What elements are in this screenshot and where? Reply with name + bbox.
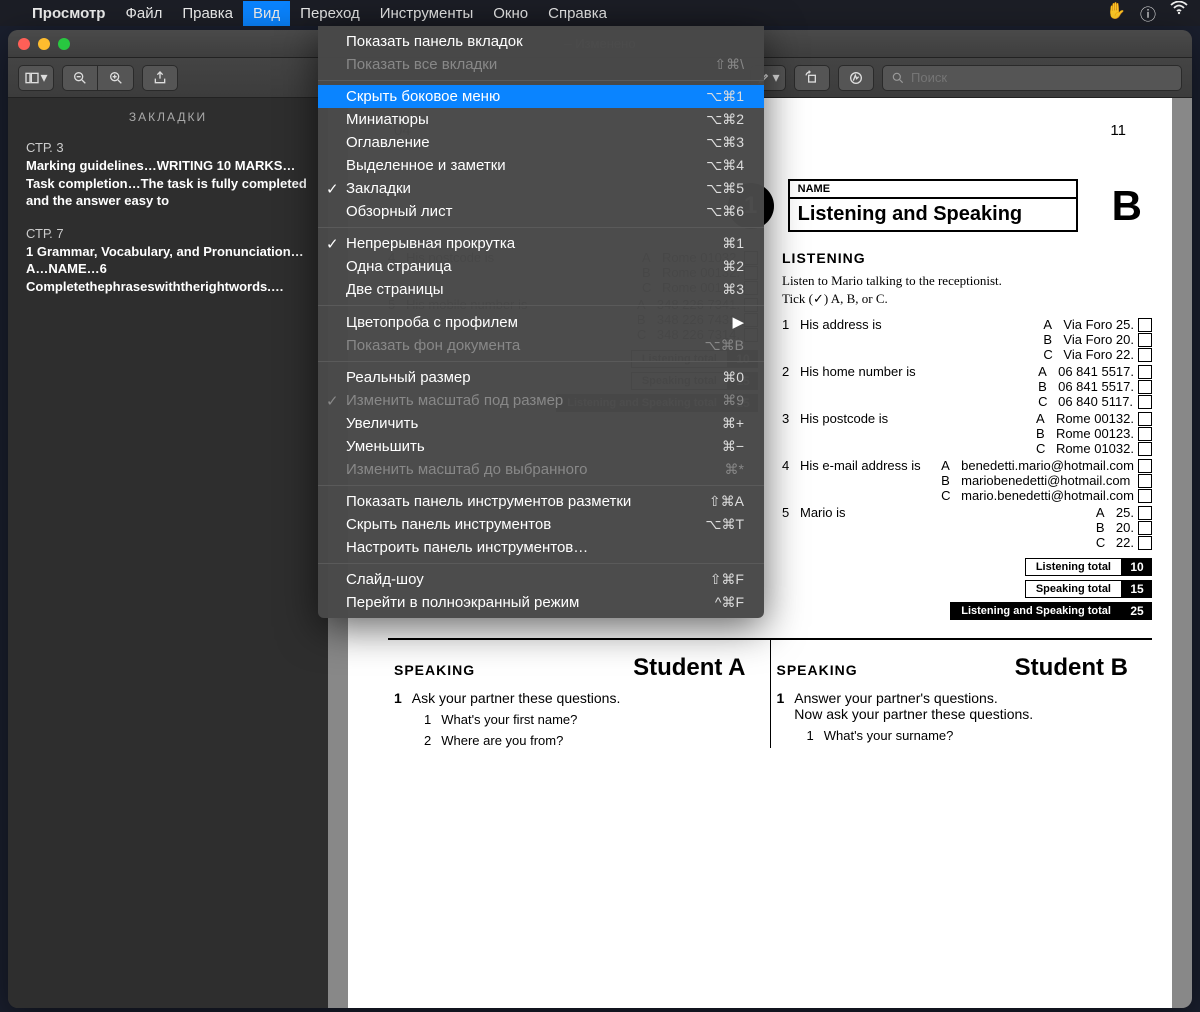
menubar-go[interactable]: Переход xyxy=(300,5,360,22)
rotate-button[interactable] xyxy=(794,65,830,91)
bookmark-page: СТР. 3 xyxy=(26,140,310,155)
bookmark-page: СТР. 7 xyxy=(26,226,310,241)
sidebar-header: ЗАКЛАДКИ xyxy=(8,110,328,124)
menubar-edit[interactable]: Правка xyxy=(182,5,233,22)
menu-item[interactable]: Увеличить⌘+ xyxy=(318,412,764,435)
menu-item[interactable]: Слайд-шоу⇧⌘F xyxy=(318,568,764,591)
menu-item: Показать фон документа⌥⌘B xyxy=(318,334,764,357)
hand-icon[interactable]: ✋ xyxy=(1106,1,1126,25)
menu-item[interactable]: Одна страница⌘2 xyxy=(318,255,764,278)
student-b-title: Student B xyxy=(1015,654,1128,682)
menu-item[interactable]: ✓Непрерывная прокрутка⌘1 xyxy=(318,232,764,255)
menubar-view[interactable]: Вид xyxy=(243,1,290,26)
menu-item[interactable]: Показать панель вкладок xyxy=(318,30,764,53)
menu-item[interactable]: Две страницы⌘3 xyxy=(318,278,764,301)
menu-item[interactable]: Скрыть боковое меню⌥⌘1 xyxy=(318,85,764,108)
menubar-file[interactable]: Файл xyxy=(125,5,162,22)
menu-item[interactable]: Оглавление⌥⌘3 xyxy=(318,131,764,154)
name-label: NAME xyxy=(790,181,1076,199)
menu-item[interactable]: Настроить панель инструментов… xyxy=(318,536,764,559)
menu-item[interactable]: Обзорный лист⌥⌘6 xyxy=(318,200,764,223)
menu-item[interactable]: ✓Закладки⌥⌘5 xyxy=(318,177,764,200)
menu-item[interactable]: Реальный размер⌘0 xyxy=(318,366,764,389)
speaking-header: SPEAKING xyxy=(394,662,475,678)
page-num-right: 11 xyxy=(1110,122,1126,139)
close-button[interactable] xyxy=(18,38,30,50)
fullscreen-button[interactable] xyxy=(58,38,70,50)
menu-item[interactable]: Уменьшить⌘− xyxy=(318,435,764,458)
menu-item[interactable]: Скрыть панель инструментов⌥⌘T xyxy=(318,513,764,536)
menu-item[interactable]: Показать панель инструментов разметки⇧⌘A xyxy=(318,490,764,513)
search-field[interactable] xyxy=(882,65,1182,91)
share-button[interactable] xyxy=(142,65,178,91)
bookmark-item[interactable]: СТР. 3 Marking guidelines…WRITING 10 MAR… xyxy=(8,134,328,220)
menu-item[interactable]: Перейти в полноэкранный режим^⌘F xyxy=(318,591,764,614)
menu-item: ✓Изменить масштаб под размер⌘9 xyxy=(318,389,764,412)
minimize-button[interactable] xyxy=(38,38,50,50)
zoom-in-button[interactable] xyxy=(98,65,134,91)
menu-item[interactable]: Цветопроба с профилем▶ xyxy=(318,310,764,334)
variant-letter: B xyxy=(1112,182,1142,230)
menubar: Просмотр Файл Правка Вид Переход Инструм… xyxy=(0,0,1200,26)
unit-title: Listening and Speaking xyxy=(790,199,1076,230)
menubar-help[interactable]: Справка xyxy=(548,5,607,22)
menu-item[interactable]: Выделенное и заметки⌥⌘4 xyxy=(318,154,764,177)
bookmark-item[interactable]: СТР. 7 1 Grammar, Vocabulary, and Pronun… xyxy=(8,220,328,306)
bookmark-text: Marking guidelines…WRITING 10 MARKS… Tas… xyxy=(26,157,310,210)
info-icon[interactable]: ⓘ xyxy=(1140,1,1156,25)
sidebar-mode-button[interactable]: ▾ xyxy=(18,65,54,91)
menubar-app[interactable]: Просмотр xyxy=(32,5,105,22)
wifi-icon[interactable] xyxy=(1170,1,1188,25)
speaking-header: SPEAKING xyxy=(777,662,858,678)
sidebar: ЗАКЛАДКИ СТР. 3 Marking guidelines…WRITI… xyxy=(8,98,328,1008)
menu-item: Показать все вкладки⇧⌘\ xyxy=(318,53,764,76)
zoom-out-button[interactable] xyxy=(62,65,98,91)
menubar-window[interactable]: Окно xyxy=(493,5,528,22)
markup-button[interactable] xyxy=(838,65,874,91)
menu-item: Изменить масштаб до выбранного⌘* xyxy=(318,458,764,481)
speaking-a-q: Ask your partner these questions. xyxy=(412,690,621,706)
bookmark-text: 1 Grammar, Vocabulary, and Pronunciation… xyxy=(26,243,310,296)
menubar-tools[interactable]: Инструменты xyxy=(380,5,474,22)
view-menu: Показать панель вкладокПоказать все вкла… xyxy=(318,26,764,618)
student-a-title: Student A xyxy=(633,654,745,682)
speaking-b-q: Answer your partner's questions. Now ask… xyxy=(794,690,1033,722)
menu-item[interactable]: Миниатюры⌥⌘2 xyxy=(318,108,764,131)
search-input[interactable] xyxy=(911,70,1173,85)
